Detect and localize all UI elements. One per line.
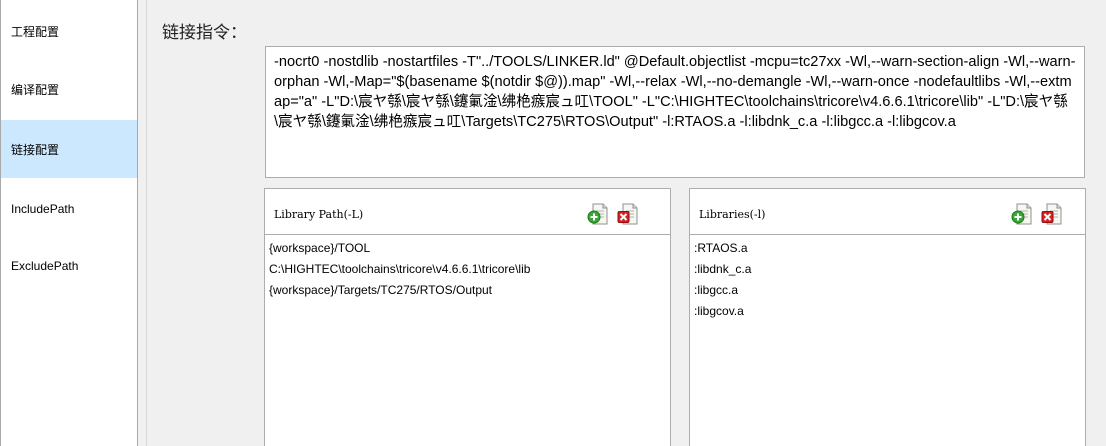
add-library-path-button[interactable]	[587, 202, 609, 226]
add-library-button[interactable]	[1011, 202, 1033, 226]
add-file-icon	[1011, 203, 1032, 225]
list-item[interactable]: {workspace}/Targets/TC275/RTOS/Output	[265, 280, 670, 301]
sidebar-item-label: ExcludePath	[11, 259, 79, 273]
link-config-panel: 链接指令： -nocrt0 -nostdlib -nostartfiles -T…	[146, 0, 1106, 446]
sidebar: 工程配置 编译配置 链接配置 IncludePath ExcludePath	[0, 0, 138, 446]
list-item[interactable]: {workspace}/TOOL	[265, 238, 670, 259]
sidebar-item-label: IncludePath	[11, 202, 75, 216]
list-item[interactable]: :libdnk_c.a	[690, 259, 1085, 280]
sidebar-item-exclude-path[interactable]: ExcludePath	[1, 237, 137, 295]
remove-file-icon	[617, 203, 638, 225]
list-item[interactable]: C:\HIGHTEC\toolchains\tricore\v4.6.6.1\t…	[265, 259, 670, 280]
add-file-icon	[587, 203, 608, 225]
remove-file-icon	[1041, 203, 1062, 225]
sidebar-item-label: 链接配置	[11, 142, 60, 157]
section-title: 链接指令：	[162, 23, 247, 43]
sidebar-item-project-config[interactable]: 工程配置	[1, 2, 137, 60]
library-path-list[interactable]: {workspace}/TOOL C:\HIGHTEC\toolchains\t…	[265, 235, 670, 446]
library-path-header: Library Path(-L)	[265, 189, 670, 235]
sidebar-item-include-path[interactable]: IncludePath	[1, 180, 137, 238]
sidebar-item-compile-config[interactable]: 编译配置	[1, 60, 137, 118]
libraries-title: Libraries(-l)	[699, 208, 766, 221]
list-item[interactable]: :RTAOS.a	[690, 238, 1085, 259]
library-path-title: Library Path(-L)	[274, 208, 364, 221]
sidebar-item-label: 编译配置	[11, 82, 60, 97]
sidebar-item-link-config[interactable]: 链接配置	[1, 120, 137, 178]
link-command-textarea[interactable]: -nocrt0 -nostdlib -nostartfiles -T"../TO…	[265, 46, 1085, 178]
libraries-list[interactable]: :RTAOS.a :libdnk_c.a :libgcc.a :libgcov.…	[690, 235, 1085, 446]
remove-library-path-button[interactable]	[617, 202, 639, 226]
libraries-header: Libraries(-l)	[690, 189, 1085, 235]
list-item[interactable]: :libgcc.a	[690, 280, 1085, 301]
list-item[interactable]: :libgcov.a	[690, 301, 1085, 322]
sidebar-item-label: 工程配置	[11, 24, 60, 39]
libraries-panel: Libraries(-l):RTAOS.a:libdnk_c.a:libg…	[689, 188, 1086, 446]
remove-library-button[interactable]	[1041, 202, 1063, 226]
library-path-panel: Library Path(-L) {workspace}/TOOL C:\HIG…	[264, 188, 671, 446]
